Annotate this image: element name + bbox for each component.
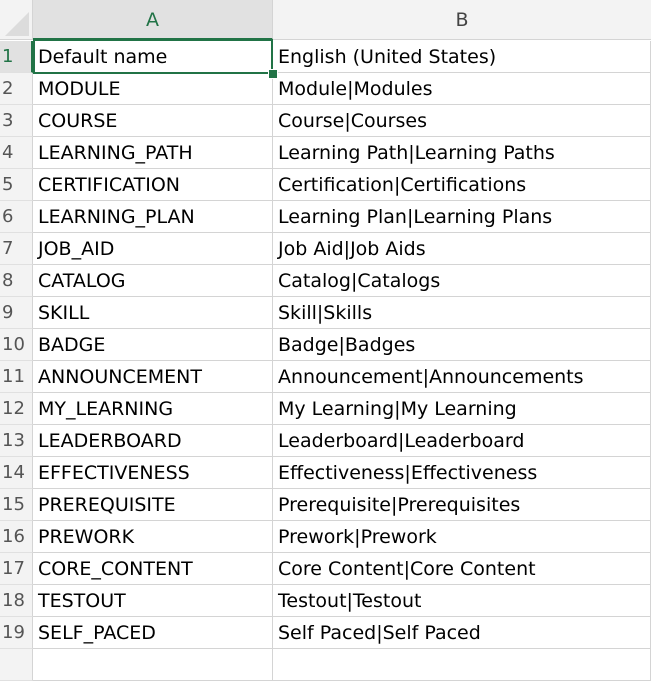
cell-b[interactable]: Core Content|Core Content bbox=[273, 553, 651, 585]
cell-a[interactable]: CERTIFICATION bbox=[33, 169, 273, 201]
cell-b[interactable]: Certification|Certifications bbox=[273, 169, 651, 201]
row-header[interactable]: 9 bbox=[0, 297, 33, 329]
cell-b[interactable]: Prerequisite|Prerequisites bbox=[273, 489, 651, 521]
table-row: 15 PREREQUISITE Prerequisite|Prerequisit… bbox=[0, 489, 651, 521]
row-header[interactable]: 5 bbox=[0, 169, 33, 201]
cell-a[interactable]: TESTOUT bbox=[33, 585, 273, 617]
row-header[interactable]: 8 bbox=[0, 265, 33, 297]
cell-b[interactable]: Leaderboard|Leaderboard bbox=[273, 425, 651, 457]
table-row: 8 CATALOG Catalog|Catalogs bbox=[0, 265, 651, 297]
row-header[interactable]: 17 bbox=[0, 553, 33, 585]
cell-a[interactable]: MODULE bbox=[33, 73, 273, 105]
row-header[interactable]: 10 bbox=[0, 329, 33, 361]
cell-b[interactable]: Self Paced|Self Paced bbox=[273, 617, 651, 649]
cell-b[interactable]: My Learning|My Learning bbox=[273, 393, 651, 425]
cell-b[interactable]: Effectiveness|Effectiveness bbox=[273, 457, 651, 489]
cell-a[interactable]: CORE_CONTENT bbox=[33, 553, 273, 585]
row-header[interactable]: 14 bbox=[0, 457, 33, 489]
table-row: 14 EFFECTIVENESS Effectiveness|Effective… bbox=[0, 457, 651, 489]
cell-a[interactable]: MY_LEARNING bbox=[33, 393, 273, 425]
cell-b[interactable]: Announcement|Announcements bbox=[273, 361, 651, 393]
cell-a[interactable]: LEARNING_PATH bbox=[33, 137, 273, 169]
row-header[interactable] bbox=[0, 649, 33, 681]
row-header[interactable]: 12 bbox=[0, 393, 33, 425]
row-header[interactable]: 19 bbox=[0, 617, 33, 649]
cell-a[interactable]: SELF_PACED bbox=[33, 617, 273, 649]
cell-a[interactable]: LEADERBOARD bbox=[33, 425, 273, 457]
table-row: 3 COURSE Course|Courses bbox=[0, 105, 651, 137]
cell[interactable] bbox=[33, 649, 273, 681]
cell-a[interactable]: CATALOG bbox=[33, 265, 273, 297]
column-label: A bbox=[146, 9, 159, 31]
cell-a[interactable]: EFFECTIVENESS bbox=[33, 457, 273, 489]
table-row: 4 LEARNING_PATH Learning Path|Learning P… bbox=[0, 137, 651, 169]
spreadsheet-grid: A B 1 Default name English (United State… bbox=[0, 0, 651, 681]
cell-b[interactable]: English (United States) bbox=[273, 41, 651, 73]
row-header[interactable]: 4 bbox=[0, 137, 33, 169]
cell-a[interactable]: PREWORK bbox=[33, 521, 273, 553]
cell-b[interactable]: Learning Plan|Learning Plans bbox=[273, 201, 651, 233]
table-row: 13 LEADERBOARD Leaderboard|Leaderboard bbox=[0, 425, 651, 457]
cell-a[interactable]: LEARNING_PLAN bbox=[33, 201, 273, 233]
cell-b[interactable]: Job Aid|Job Aids bbox=[273, 233, 651, 265]
row-header[interactable]: 13 bbox=[0, 425, 33, 457]
row-header[interactable]: 6 bbox=[0, 201, 33, 233]
table-row: 6 LEARNING_PLAN Learning Plan|Learning P… bbox=[0, 201, 651, 233]
table-row: 17 CORE_CONTENT Core Content|Core Conten… bbox=[0, 553, 651, 585]
column-header-b[interactable]: B bbox=[273, 0, 651, 40]
select-all-corner[interactable] bbox=[0, 0, 33, 40]
row-header[interactable]: 16 bbox=[0, 521, 33, 553]
cell-a[interactable]: Default name bbox=[33, 41, 273, 73]
table-row: 18 TESTOUT Testout|Testout bbox=[0, 585, 651, 617]
table-row: 7 JOB_AID Job Aid|Job Aids bbox=[0, 233, 651, 265]
table-row: 10 BADGE Badge|Badges bbox=[0, 329, 651, 361]
table-row: 2 MODULE Module|Modules bbox=[0, 73, 651, 105]
table-row: 11 ANNOUNCEMENT Announcement|Announcemen… bbox=[0, 361, 651, 393]
fill-handle[interactable] bbox=[268, 69, 278, 79]
row-header[interactable]: 18 bbox=[0, 585, 33, 617]
column-header-a[interactable]: A bbox=[33, 0, 273, 40]
row-header[interactable]: 15 bbox=[0, 489, 33, 521]
cell-a[interactable]: BADGE bbox=[33, 329, 273, 361]
cell[interactable] bbox=[273, 649, 651, 681]
column-label: B bbox=[455, 9, 469, 31]
table-row: 19 SELF_PACED Self Paced|Self Paced bbox=[0, 617, 651, 649]
cell-a[interactable]: COURSE bbox=[33, 105, 273, 137]
row-header[interactable]: 7 bbox=[0, 233, 33, 265]
cell-a[interactable]: JOB_AID bbox=[33, 233, 273, 265]
row-header[interactable]: 2 bbox=[0, 73, 33, 105]
table-row: 16 PREWORK Prework|Prework bbox=[0, 521, 651, 553]
table-row: 1 Default name English (United States) bbox=[0, 41, 651, 73]
cell-a[interactable]: SKILL bbox=[33, 297, 273, 329]
cell-b[interactable]: Learning Path|Learning Paths bbox=[273, 137, 651, 169]
table-row: 12 MY_LEARNING My Learning|My Learning bbox=[0, 393, 651, 425]
table-row: 9 SKILL Skill|Skills bbox=[0, 297, 651, 329]
row-header[interactable]: 11 bbox=[0, 361, 33, 393]
cell-b[interactable]: Badge|Badges bbox=[273, 329, 651, 361]
cell-b[interactable]: Course|Courses bbox=[273, 105, 651, 137]
cell-a[interactable]: ANNOUNCEMENT bbox=[33, 361, 273, 393]
cell-b[interactable]: Prework|Prework bbox=[273, 521, 651, 553]
cell-b[interactable]: Testout|Testout bbox=[273, 585, 651, 617]
row-header[interactable]: 3 bbox=[0, 105, 33, 137]
cell-b[interactable]: Catalog|Catalogs bbox=[273, 265, 651, 297]
cell-b[interactable]: Skill|Skills bbox=[273, 297, 651, 329]
row-header[interactable]: 1 bbox=[0, 41, 33, 73]
table-row: 5 CERTIFICATION Certification|Certificat… bbox=[0, 169, 651, 201]
partial-row bbox=[0, 649, 651, 681]
cell-b[interactable]: Module|Modules bbox=[273, 73, 651, 105]
cell-a[interactable]: PREREQUISITE bbox=[33, 489, 273, 521]
